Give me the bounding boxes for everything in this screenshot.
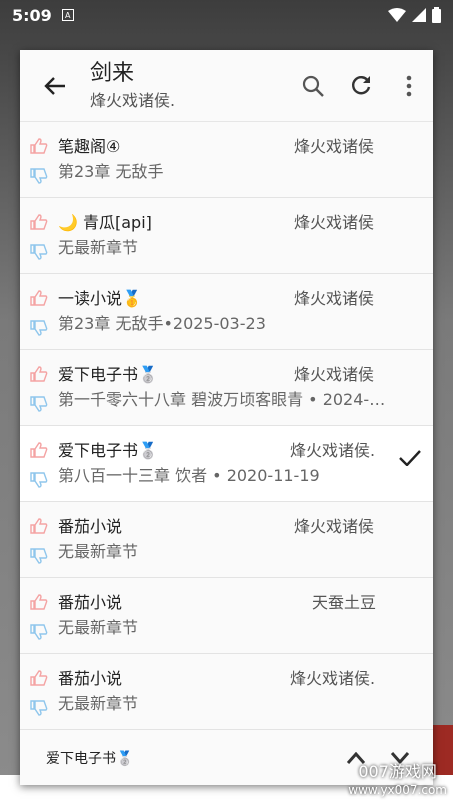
- source-info: 番茄小说 无最新章节 烽火戏诸侯: [58, 502, 433, 577]
- source-name: 番茄小说: [58, 517, 123, 536]
- book-title: 剑来: [90, 60, 135, 86]
- source-latest-chapter: 无最新章节: [58, 542, 139, 561]
- source-author: 烽火戏诸侯: [294, 137, 375, 156]
- source-latest-chapter: 无最新章节: [58, 238, 139, 257]
- thumb-up-icon[interactable]: [30, 670, 48, 686]
- signal-icon: [412, 8, 426, 22]
- thumb-up-icon[interactable]: [30, 518, 48, 534]
- thumb-down-icon[interactable]: [30, 168, 48, 184]
- dialog-header: 剑来 烽火戏诸侯.: [20, 50, 433, 122]
- source-author: 天蚕土豆: [312, 593, 377, 612]
- thumb-up-icon[interactable]: [30, 214, 48, 230]
- source-latest-chapter: 无最新章节: [58, 618, 139, 637]
- watermark-title: 007游戏网: [358, 762, 437, 781]
- header-titles: 剑来 烽火戏诸侯.: [90, 60, 289, 112]
- rating-controls: [20, 578, 58, 653]
- source-latest-chapter: 第23章 无敌手•2025-03-23: [58, 314, 266, 333]
- thumb-up-icon[interactable]: [30, 290, 48, 306]
- source-author: 烽火戏诸侯.: [290, 669, 376, 688]
- rating-controls: [20, 502, 58, 577]
- source-author: 烽火戏诸侯: [294, 213, 375, 232]
- source-row[interactable]: 爱下电子书🥈 第八百一十三章 饮者 • 2020-11-19 烽火戏诸侯.: [20, 426, 433, 502]
- source-name: 番茄小说: [58, 593, 123, 612]
- source-author: 烽火戏诸侯.: [290, 441, 376, 460]
- thumb-up-icon[interactable]: [30, 366, 48, 382]
- source-info: 🌙 青瓜[api] 无最新章节 烽火戏诸侯: [58, 198, 433, 273]
- source-info: 番茄小说 无最新章节 天蚕土豆: [58, 578, 433, 653]
- source-name: 🌙 青瓜[api]: [58, 213, 152, 232]
- rating-controls: [20, 654, 58, 729]
- source-info: 爱下电子书🥈 第八百一十三章 饮者 • 2020-11-19 烽火戏诸侯.: [58, 426, 433, 501]
- source-row[interactable]: 一读小说🥇 第23章 无敌手•2025-03-23 烽火戏诸侯: [20, 274, 433, 350]
- book-author: 烽火戏诸侯.: [90, 90, 176, 110]
- search-icon: [302, 75, 324, 97]
- rating-controls: [20, 122, 58, 197]
- source-row[interactable]: 番茄小说 无最新章节 天蚕土豆: [20, 578, 433, 654]
- thumb-down-icon[interactable]: [30, 244, 48, 260]
- more-vert-icon: [406, 75, 412, 96]
- rating-controls: [20, 350, 58, 425]
- change-source-dialog: 剑来 烽火戏诸侯. 笔趣阁④ 第23章 无敌手 烽火戏诸侯 🌙 青瓜[api] …: [20, 50, 433, 785]
- source-row[interactable]: 番茄小说 无最新章节 烽火戏诸侯: [20, 502, 433, 578]
- rating-controls: [20, 198, 58, 273]
- source-list[interactable]: 笔趣阁④ 第23章 无敌手 烽火戏诸侯 🌙 青瓜[api] 无最新章节 烽火戏诸…: [20, 122, 433, 730]
- thumb-down-icon[interactable]: [30, 624, 48, 640]
- source-author: 烽火戏诸侯: [294, 365, 375, 384]
- thumb-down-icon[interactable]: [30, 396, 48, 412]
- source-row[interactable]: 爱下电子书🥈 第一千零六十八章 碧波万顷客眼青 • 2024-01-13 烽火戏…: [20, 350, 433, 426]
- thumb-down-icon[interactable]: [30, 472, 48, 488]
- current-source-label: 爱下电子书🥈: [46, 750, 134, 767]
- thumb-down-icon[interactable]: [30, 548, 48, 564]
- source-latest-chapter: 无最新章节: [58, 694, 139, 713]
- back-arrow-icon: [44, 76, 65, 95]
- source-row[interactable]: 笔趣阁④ 第23章 无敌手 烽火戏诸侯: [20, 122, 433, 198]
- source-info: 番茄小说 无最新章节 烽火戏诸侯.: [58, 654, 433, 729]
- thumb-down-icon[interactable]: [30, 320, 48, 336]
- more-button[interactable]: [385, 75, 433, 97]
- search-button[interactable]: [289, 75, 337, 97]
- watermark: 007游戏网 www.yx007.com: [348, 763, 447, 799]
- rating-controls: [20, 274, 58, 349]
- battery-icon: [432, 7, 441, 23]
- source-author: 烽火戏诸侯: [294, 289, 375, 308]
- refresh-icon: [352, 75, 371, 94]
- source-info: 笔趣阁④ 第23章 无敌手 烽火戏诸侯: [58, 122, 433, 197]
- refresh-button[interactable]: [337, 75, 385, 97]
- source-author: 烽火戏诸侯: [294, 517, 375, 536]
- source-latest-chapter: 第23章 无敌手: [58, 162, 164, 181]
- notification-a-icon: A: [61, 9, 74, 21]
- rating-controls: [20, 426, 58, 501]
- source-row[interactable]: 🌙 青瓜[api] 无最新章节 烽火戏诸侯: [20, 198, 433, 274]
- thumb-up-icon[interactable]: [30, 138, 48, 154]
- wifi-icon: [388, 8, 406, 22]
- source-name: 爱下电子书🥈: [58, 441, 158, 460]
- watermark-url: www.yx007.com: [348, 783, 447, 797]
- source-row[interactable]: 番茄小说 无最新章节 烽火戏诸侯.: [20, 654, 433, 730]
- thumb-down-icon[interactable]: [30, 700, 48, 716]
- source-name: 爱下电子书🥈: [58, 365, 158, 384]
- source-info: 一读小说🥇 第23章 无敌手•2025-03-23 烽火戏诸侯: [58, 274, 433, 349]
- status-time: 5:09: [12, 5, 52, 25]
- thumb-up-icon[interactable]: [30, 594, 48, 610]
- thumb-up-icon[interactable]: [30, 442, 48, 458]
- source-info: 爱下电子书🥈 第一千零六十八章 碧波万顷客眼青 • 2024-01-13 烽火戏…: [58, 350, 433, 425]
- status-bar: 5:09 A: [0, 0, 453, 30]
- source-name: 番茄小说: [58, 669, 123, 688]
- source-latest-chapter: 第八百一十三章 饮者 • 2020-11-19: [58, 466, 320, 485]
- status-icons: [388, 7, 441, 23]
- check-icon: [399, 450, 421, 466]
- source-latest-chapter: 第一千零六十八章 碧波万顷客眼青 • 2024-01-13: [58, 390, 388, 409]
- source-name: 一读小说🥇: [58, 289, 142, 308]
- source-name: 笔趣阁④: [58, 137, 121, 156]
- back-button[interactable]: [20, 76, 90, 96]
